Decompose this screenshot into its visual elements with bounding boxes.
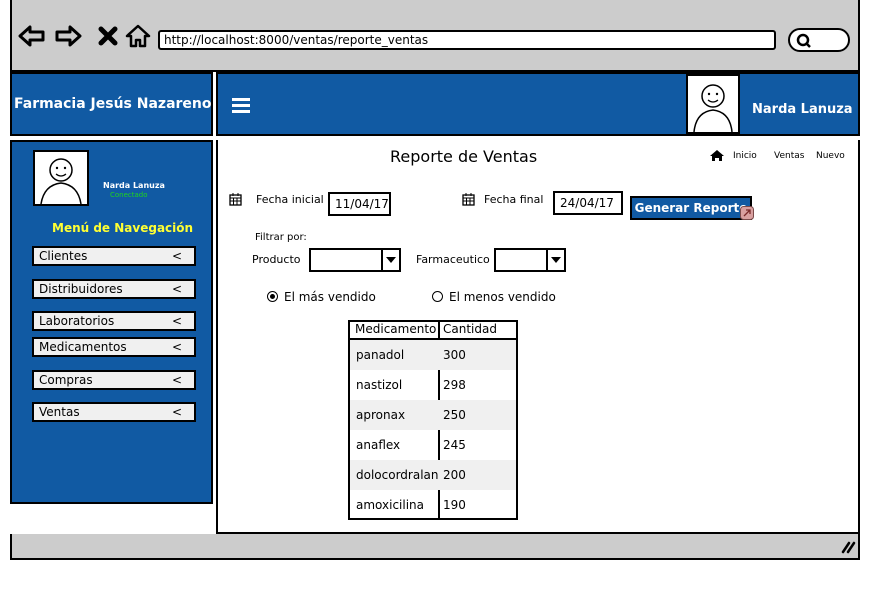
arrow-right-icon[interactable]: [54, 22, 82, 50]
status-badge: Conectado: [110, 191, 148, 199]
chevron-left-icon: <: [171, 405, 182, 419]
chevron-down-icon: [546, 250, 564, 270]
chevron-left-icon: <: [171, 249, 182, 263]
sidebar-item-distribuidores[interactable]: Distribuidores <: [32, 279, 196, 299]
user-avatar-icon: [40, 158, 82, 205]
address-bar[interactable]: http://localhost:8000/ventas/reporte_ven…: [158, 30, 776, 50]
generate-report-button[interactable]: Generar Reporte: [630, 196, 752, 220]
radio-least-sold[interactable]: El menos vendido: [432, 290, 556, 304]
table-cell-cantidad: 190: [443, 498, 466, 512]
table-cell-cantidad: 200: [443, 468, 466, 482]
home-icon[interactable]: [709, 149, 725, 162]
hamburger-menu-icon[interactable]: [232, 98, 250, 114]
radio-checked-icon: [267, 291, 278, 302]
filter-label: Filtrar por:: [255, 232, 307, 243]
table-cell-medicamento: anaflex: [356, 438, 401, 452]
sidebar-item-ventas[interactable]: Ventas <: [32, 402, 196, 422]
user-avatar-icon: [693, 84, 733, 133]
producto-select[interactable]: [309, 248, 401, 272]
chevron-down-icon: [381, 250, 399, 270]
producto-label: Producto: [252, 253, 301, 266]
arrow-left-icon[interactable]: [18, 22, 46, 50]
sidebar-item-label: Laboratorios: [39, 314, 115, 328]
sidebar-item-label: Compras: [39, 373, 93, 387]
header-user-name[interactable]: Narda Lanuza: [752, 102, 853, 117]
brand-title: Farmacia Jesús Nazareno: [10, 72, 213, 136]
resize-grip-icon[interactable]: [840, 540, 856, 554]
sidebar-item-label: Distribuidores: [39, 282, 123, 296]
breadcrumb-ventas[interactable]: Ventas: [774, 151, 804, 161]
table-row: panadol 300: [350, 340, 516, 370]
avatar[interactable]: [686, 74, 740, 134]
sidebar-item-compras[interactable]: Compras <: [32, 370, 196, 390]
radio-unchecked-icon: [432, 291, 443, 302]
table-row: anaflex 245: [350, 430, 516, 460]
sidebar-user-name: Narda Lanuza: [103, 181, 165, 190]
table-cell-cantidad: 298: [443, 378, 466, 392]
table-cell-cantidad: 245: [443, 438, 466, 452]
sidebar-avatar: [33, 150, 89, 206]
table-row: dolocordralan 200: [350, 460, 516, 490]
fecha-inicial-input[interactable]: 11/04/17: [328, 192, 391, 216]
table-row: apronax 250: [350, 400, 516, 430]
calendar-icon: [462, 193, 475, 206]
sidebar-item-clientes[interactable]: Clientes <: [32, 246, 196, 266]
sales-table: Medicamento Cantidad panadol 300 nastizo…: [348, 320, 518, 520]
nav-title: Menú de Navegación: [52, 221, 194, 235]
page-title: Reporte de Ventas: [390, 147, 538, 166]
link-arrow-icon: [740, 206, 754, 220]
radio-most-sold[interactable]: El más vendido: [267, 290, 376, 304]
column-header-medicamento: Medicamento: [355, 322, 437, 336]
table-row: amoxicilina 190: [350, 490, 516, 520]
farmaceutico-label: Farmaceutico: [416, 253, 490, 266]
table-header: Medicamento Cantidad: [350, 322, 516, 340]
fecha-inicial-label: Fecha inicial: [256, 193, 324, 206]
fecha-final-label: Fecha final: [484, 193, 544, 206]
status-bar: [10, 534, 860, 560]
table-cell-medicamento: panadol: [356, 348, 405, 362]
home-icon[interactable]: [124, 22, 152, 50]
chevron-left-icon: <: [171, 282, 182, 296]
fecha-final-input[interactable]: 24/04/17: [553, 191, 623, 215]
chevron-left-icon: <: [171, 340, 182, 354]
sidebar-item-laboratorios[interactable]: Laboratorios <: [32, 311, 196, 331]
breadcrumb-inicio[interactable]: Inicio: [733, 151, 757, 161]
breadcrumb-nuevo[interactable]: Nuevo: [816, 151, 845, 161]
browser-search-box[interactable]: [788, 28, 850, 52]
search-icon: [796, 33, 811, 48]
table-cell-cantidad: 250: [443, 408, 466, 422]
sidebar-item-label: Medicamentos: [39, 340, 127, 354]
table-cell-cantidad: 300: [443, 348, 466, 362]
close-icon[interactable]: [94, 22, 122, 50]
farmaceutico-select[interactable]: [494, 248, 566, 272]
column-header-cantidad: Cantidad: [443, 322, 497, 336]
table-row: nastizol 298: [350, 370, 516, 400]
sidebar-item-label: Ventas: [39, 405, 80, 419]
sidebar-item-label: Clientes: [39, 249, 88, 263]
table-cell-medicamento: apronax: [356, 408, 406, 422]
table-cell-medicamento: nastizol: [356, 378, 403, 392]
chevron-left-icon: <: [171, 314, 182, 328]
sidebar-item-medicamentos[interactable]: Medicamentos <: [32, 337, 196, 357]
radio-least-sold-label: El menos vendido: [449, 290, 556, 304]
radio-most-sold-label: El más vendido: [284, 290, 376, 304]
table-cell-medicamento: amoxicilina: [356, 498, 425, 512]
calendar-icon: [229, 193, 242, 206]
table-cell-medicamento: dolocordralan: [356, 468, 439, 482]
chevron-left-icon: <: [171, 373, 182, 387]
